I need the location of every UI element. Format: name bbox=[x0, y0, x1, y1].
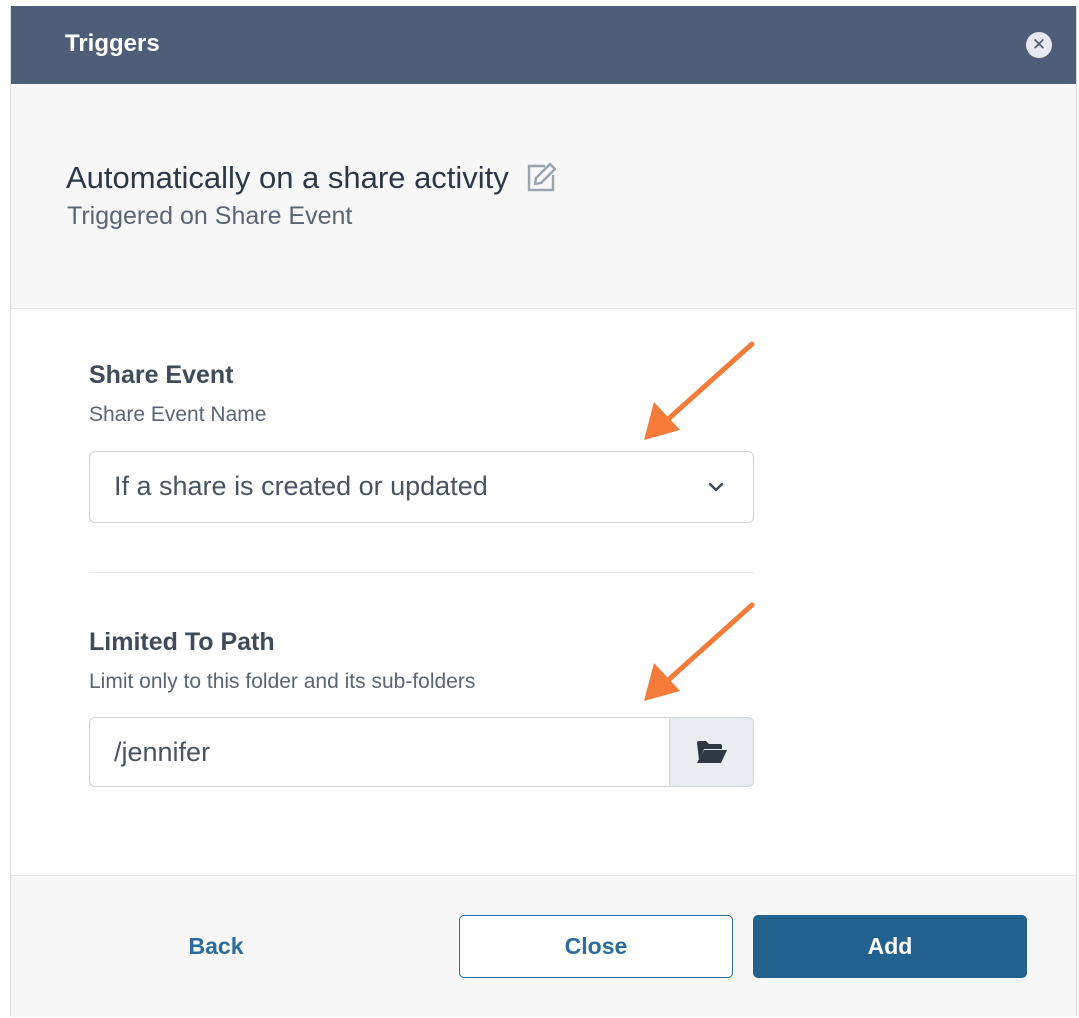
add-button[interactable]: Add bbox=[753, 915, 1027, 978]
path-input[interactable] bbox=[90, 718, 670, 786]
dialog-titlebar: Triggers ✕ bbox=[11, 6, 1076, 84]
summary-subheading: Triggered on Share Event bbox=[67, 202, 353, 230]
share-event-description: Share Event Name bbox=[89, 403, 267, 426]
limited-path-title: Limited To Path bbox=[89, 628, 275, 656]
back-button[interactable]: Back bbox=[131, 915, 301, 978]
path-input-group bbox=[89, 717, 754, 787]
annotation-arrow bbox=[644, 602, 755, 701]
section-divider bbox=[89, 572, 754, 573]
chevron-down-icon bbox=[708, 482, 724, 492]
trigger-form: Share Event Share Event Name If a share … bbox=[11, 309, 1076, 875]
limited-path-description: Limit only to this folder and its sub-fo… bbox=[89, 670, 476, 693]
share-event-selected-value: If a share is created or updated bbox=[114, 471, 488, 501]
close-button[interactable]: Close bbox=[459, 915, 733, 978]
dialog-footer: Back Close Add bbox=[11, 875, 1076, 1017]
dialog-title: Triggers bbox=[65, 30, 160, 57]
triggers-dialog: Triggers ✕ Automatically on a share acti… bbox=[10, 6, 1077, 1017]
trigger-summary: Automatically on a share activity Trigge… bbox=[11, 84, 1076, 309]
summary-heading: Automatically on a share activity bbox=[66, 160, 509, 195]
edit-icon[interactable] bbox=[523, 160, 559, 196]
folder-open-icon bbox=[697, 741, 727, 763]
share-event-select[interactable]: If a share is created or updated bbox=[89, 451, 754, 523]
annotation-arrow bbox=[644, 341, 755, 440]
share-event-title: Share Event bbox=[89, 361, 234, 389]
close-icon[interactable]: ✕ bbox=[1026, 32, 1052, 58]
browse-folder-button[interactable] bbox=[669, 718, 753, 786]
summary-heading-row: Automatically on a share activity bbox=[66, 160, 559, 196]
